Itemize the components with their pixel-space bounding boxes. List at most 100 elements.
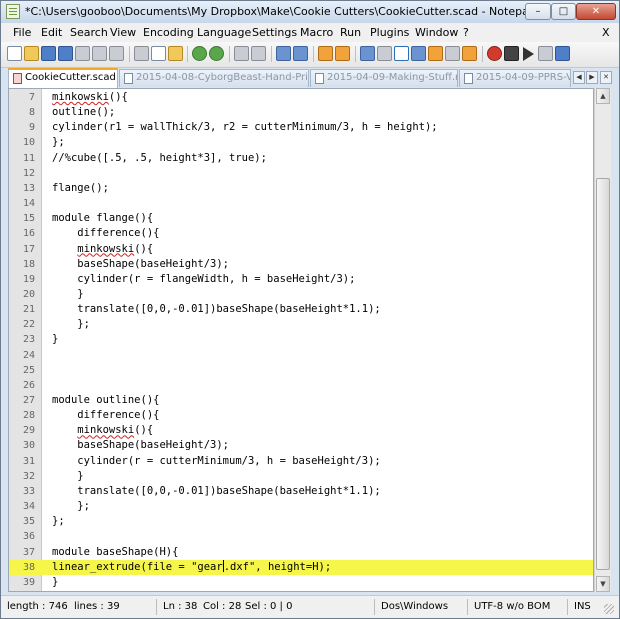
scrollbar-thumb[interactable]	[596, 178, 610, 570]
close-file-icon[interactable]	[75, 46, 90, 61]
menu-encoding[interactable]: Encoding	[143, 26, 194, 39]
menu-search[interactable]: Search	[70, 26, 108, 39]
zoom-in-icon[interactable]	[276, 46, 291, 61]
sync-horizontal-icon[interactable]	[335, 46, 350, 61]
redo-icon[interactable]	[209, 46, 224, 61]
code-line[interactable]: 9 cylinder(r1 = wallThick/3, r2 = cutterM…	[9, 120, 593, 135]
code-line[interactable]: 15 module flange(){	[9, 211, 593, 226]
undo-icon[interactable]	[192, 46, 207, 61]
maximize-button[interactable]: □	[551, 3, 576, 20]
code-line[interactable]: 18 baseShape(baseHeight/3);	[9, 257, 593, 272]
record-macro-icon[interactable]	[487, 46, 502, 61]
code-line[interactable]: 37 module baseShape(H){	[9, 545, 593, 560]
tab-cyborgbeast-md[interactable]: 2015-04-08-CyborgBeast-Hand-Print.md	[119, 69, 309, 87]
close-document-button[interactable]: X	[602, 26, 610, 39]
find-icon[interactable]	[234, 46, 249, 61]
code-text: difference(){	[52, 409, 160, 422]
menu-settings[interactable]: Settings	[252, 26, 297, 39]
tab-making-stuff-md[interactable]: 2015-04-09-Making-Stuff.md	[310, 69, 458, 87]
code-line[interactable]: 24	[9, 348, 593, 363]
save-icon[interactable]	[41, 46, 56, 61]
code-text: };	[52, 515, 65, 528]
code-line[interactable]: 14	[9, 196, 593, 211]
current-code-line[interactable]: 38 linear_extrude(file = "gear.dxf", heig…	[9, 559, 593, 575]
menu-help[interactable]: ?	[463, 26, 469, 39]
code-line[interactable]: 28 difference(){	[9, 408, 593, 423]
line-number: 26	[22, 379, 35, 391]
save-all-icon[interactable]	[58, 46, 73, 61]
word-wrap-icon[interactable]	[360, 46, 375, 61]
menu-plugins[interactable]: Plugins	[370, 26, 409, 39]
menu-macro[interactable]: Macro	[300, 26, 333, 39]
code-line[interactable]: 31 cylinder(r = cutterMinimum/3, h = bas…	[9, 454, 593, 469]
folder-workspace-icon[interactable]	[445, 46, 460, 61]
tab-pprs-velte-md[interactable]: 2015-04-09-PPRS-Velte.md	[459, 69, 571, 87]
menu-language[interactable]: Language	[197, 26, 251, 39]
code-line[interactable]: 13 flange();	[9, 181, 593, 196]
code-line[interactable]: 33 translate([0,0,-0.01])baseShape(baseH…	[9, 484, 593, 499]
minimize-button[interactable]: –	[525, 3, 551, 20]
open-file-icon[interactable]	[24, 46, 39, 61]
code-line[interactable]: 23}	[9, 332, 593, 347]
menu-file[interactable]: File	[13, 26, 31, 39]
scroll-down-arrow-icon[interactable]: ▼	[596, 576, 610, 592]
tab-close-icon[interactable]: ✕	[600, 71, 612, 84]
code-line[interactable]: 39}	[9, 575, 593, 590]
code-line[interactable]: 10};	[9, 135, 593, 150]
function-list-icon[interactable]	[411, 46, 426, 61]
cut-icon[interactable]	[134, 46, 149, 61]
code-line[interactable]: 36	[9, 529, 593, 544]
menu-view[interactable]: View	[110, 26, 136, 39]
line-number: 17	[22, 243, 35, 255]
code-line[interactable]: 17 minkowski(){	[9, 242, 593, 257]
tab-scroll-left-icon[interactable]: ◀	[573, 71, 585, 84]
code-line[interactable]: 32 }	[9, 469, 593, 484]
code-line[interactable]: 8 outline();	[9, 105, 593, 120]
print-icon[interactable]	[109, 46, 124, 61]
stop-recording-icon[interactable]	[504, 46, 519, 61]
tab-cookiecutter-scad[interactable]: CookieCutter.scad	[8, 68, 118, 88]
code-line[interactable]: 27 module outline(){	[9, 393, 593, 408]
close-all-icon[interactable]	[92, 46, 107, 61]
code-line[interactable]: 35};	[9, 514, 593, 529]
sync-vertical-icon[interactable]	[318, 46, 333, 61]
code-line[interactable]: 21 translate([0,0,-0.01])baseShape(baseH…	[9, 302, 593, 317]
run-macro-multiple-icon[interactable]	[538, 46, 553, 61]
paste-icon[interactable]	[168, 46, 183, 61]
code-line[interactable]: 22 };	[9, 317, 593, 332]
show-all-characters-icon[interactable]	[377, 46, 392, 61]
playback-macro-icon[interactable]	[523, 47, 534, 61]
save-macro-icon[interactable]	[555, 46, 570, 61]
menu-run[interactable]: Run	[340, 26, 361, 39]
code-text: difference(){	[52, 227, 160, 240]
code-line[interactable]: 29 minkowski(){	[9, 423, 593, 438]
code-line[interactable]: 11 //%cube([.5, .5, height*3], true);	[9, 151, 593, 166]
tab-label: CookieCutter.scad	[25, 72, 116, 83]
new-file-icon[interactable]	[7, 46, 22, 61]
menu-edit[interactable]: Edit	[41, 26, 62, 39]
code-editor[interactable]: 7 minkowski(){8 outline(); 9 cylinder(r1 = w…	[8, 88, 594, 592]
resize-grip[interactable]	[604, 604, 614, 614]
document-map-icon[interactable]	[428, 46, 443, 61]
replace-icon[interactable]	[251, 46, 266, 61]
code-line[interactable]: 7 minkowski(){	[9, 90, 593, 105]
code-line[interactable]: 34 };	[9, 499, 593, 514]
code-line[interactable]: 26	[9, 378, 593, 393]
code-line[interactable]: 19 cylinder(r = flangeWidth, h = baseHei…	[9, 272, 593, 287]
scroll-up-arrow-icon[interactable]: ▲	[596, 88, 610, 104]
vertical-scrollbar[interactable]: ▲ ▼	[594, 88, 611, 592]
code-line[interactable]: 30 baseShape(baseHeight/3);	[9, 438, 593, 453]
line-number: 12	[22, 167, 35, 179]
tab-scroll-right-icon[interactable]: ▶	[586, 71, 598, 84]
line-number: 23	[22, 334, 35, 346]
menu-window[interactable]: Window	[415, 26, 458, 39]
zoom-out-icon[interactable]	[293, 46, 308, 61]
monitoring-icon[interactable]	[462, 46, 477, 61]
close-button[interactable]: ✕	[576, 3, 616, 20]
code-line[interactable]: 25	[9, 363, 593, 378]
code-line[interactable]: 12	[9, 166, 593, 181]
indent-guide-icon[interactable]	[394, 46, 409, 61]
copy-icon[interactable]	[151, 46, 166, 61]
code-line[interactable]: 16 difference(){	[9, 226, 593, 241]
code-line[interactable]: 20 }	[9, 287, 593, 302]
